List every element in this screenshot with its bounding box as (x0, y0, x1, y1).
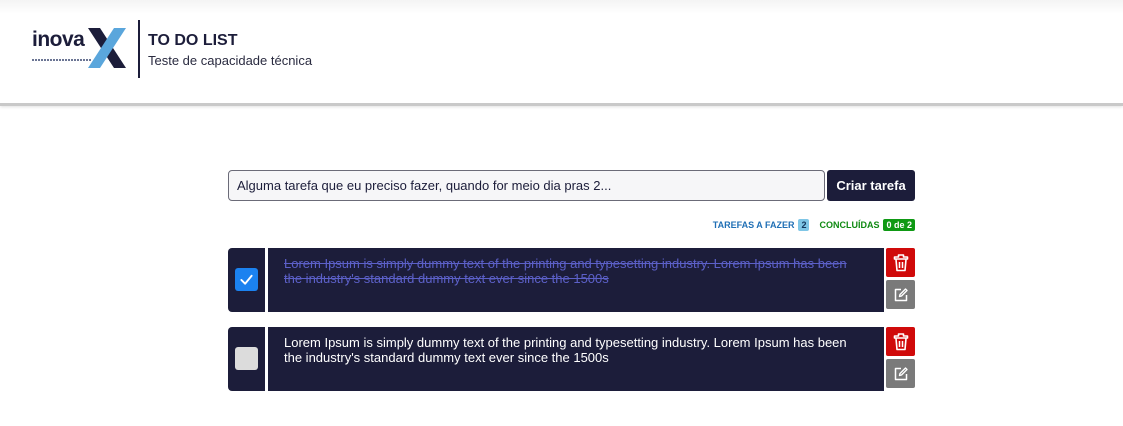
brand-logo: inova (32, 26, 128, 72)
logo-x-mark (88, 28, 126, 68)
app-header: inova TO DO LIST Teste de capacidade téc… (0, 0, 1123, 106)
task-text: Lorem Ipsum is simply dummy text of the … (268, 327, 884, 391)
trash-icon (893, 253, 908, 271)
task-counters: TAREFAS A FAZER 2 CONCLUÍDAS 0 de 2 (713, 217, 915, 232)
task-checkbox-cell (228, 327, 265, 391)
trash-icon (893, 332, 908, 350)
task-checkbox-cell (228, 248, 265, 312)
todo-counter-label: TAREFAS A FAZER (712, 219, 795, 230)
edit-task-button[interactable] (886, 280, 915, 309)
logo-wordmark: inova (32, 28, 85, 51)
page-subtitle: Teste de capacidade técnica (148, 53, 313, 68)
task-checkbox[interactable] (235, 347, 258, 370)
header-divider (138, 20, 140, 78)
edit-icon (894, 366, 908, 380)
todo-counter-badge: 2 (798, 218, 810, 231)
task-checkbox[interactable] (235, 268, 258, 291)
task-item: Lorem Ipsum is simply dummy text of the … (228, 327, 915, 391)
delete-task-button[interactable] (886, 248, 915, 277)
check-icon (240, 274, 253, 285)
delete-task-button[interactable] (886, 327, 915, 356)
edit-icon (894, 287, 908, 301)
create-task-button[interactable]: Criar tarefa (827, 170, 915, 201)
task-item: Lorem Ipsum is simply dummy text of the … (228, 248, 915, 312)
task-text: Lorem Ipsum is simply dummy text of the … (268, 248, 884, 312)
page-title: TO DO LIST (148, 32, 238, 49)
done-counter-label: CONCLUÍDAS (819, 219, 880, 230)
new-task-input[interactable] (228, 170, 825, 201)
done-counter-badge: 0 de 2 (883, 218, 915, 231)
logo-tagline (32, 59, 92, 61)
edit-task-button[interactable] (886, 359, 915, 388)
